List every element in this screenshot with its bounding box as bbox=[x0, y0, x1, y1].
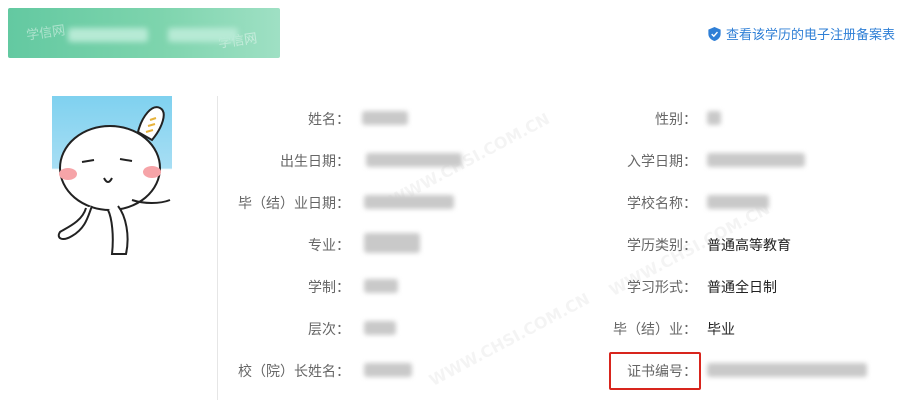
education-type-value: 普通高等教育 bbox=[707, 238, 791, 254]
redacted-title bbox=[168, 28, 238, 42]
school-name-value-redacted bbox=[707, 195, 769, 209]
study-mode-value: 普通全日制 bbox=[707, 280, 777, 296]
graduation-date-label: 毕（结）业日期： bbox=[238, 196, 350, 212]
gender-label: 性别： bbox=[655, 112, 697, 128]
background-watermark: WWW.CHSI.COM.CN bbox=[426, 289, 593, 390]
birth-date-label: 出生日期： bbox=[280, 154, 350, 170]
certificate-number-value-redacted bbox=[707, 363, 867, 377]
birth-date-value-redacted bbox=[366, 153, 462, 167]
major-label: 专业： bbox=[308, 238, 350, 254]
level-value-redacted bbox=[364, 321, 396, 335]
certificate-number-highlight bbox=[609, 352, 701, 390]
name-label: 姓名： bbox=[308, 112, 350, 128]
major-value-redacted bbox=[364, 233, 420, 253]
shield-check-icon bbox=[708, 26, 721, 41]
principal-name-value-redacted bbox=[364, 363, 412, 377]
duration-label: 学制： bbox=[308, 280, 350, 296]
graduation-status-value: 毕业 bbox=[707, 322, 735, 338]
school-name-label: 学校名称： bbox=[627, 196, 697, 212]
level-label: 层次： bbox=[308, 322, 350, 338]
photo-divider bbox=[217, 96, 218, 400]
duration-value-redacted bbox=[364, 279, 398, 293]
enrollment-date-label: 入学日期： bbox=[627, 154, 697, 170]
banner-watermark: 学信网 bbox=[25, 23, 67, 44]
view-registration-record-link[interactable]: 查看该学历的电子注册备案表 bbox=[708, 24, 895, 43]
record-link-label: 查看该学历的电子注册备案表 bbox=[725, 28, 895, 43]
student-photo bbox=[52, 96, 172, 256]
redacted-title bbox=[68, 28, 148, 42]
cartoon-rabbit-image bbox=[57, 106, 171, 255]
education-record-card: 学信网 学信网 查看该学历的电子注册备案表 姓名： 出生日期： 毕（结）业日期：… bbox=[0, 0, 915, 417]
header-banner: 学信网 学信网 bbox=[8, 8, 280, 58]
study-mode-label: 学习形式： bbox=[627, 280, 697, 296]
gender-value-redacted bbox=[707, 111, 721, 125]
graduation-status-label: 毕（结）业： bbox=[613, 322, 697, 338]
principal-name-label: 校（院）长姓名： bbox=[238, 364, 350, 380]
name-value-redacted bbox=[362, 111, 408, 125]
graduation-date-value-redacted bbox=[364, 195, 454, 209]
education-type-label: 学历类别： bbox=[627, 238, 697, 254]
enrollment-date-value-redacted bbox=[707, 153, 805, 167]
